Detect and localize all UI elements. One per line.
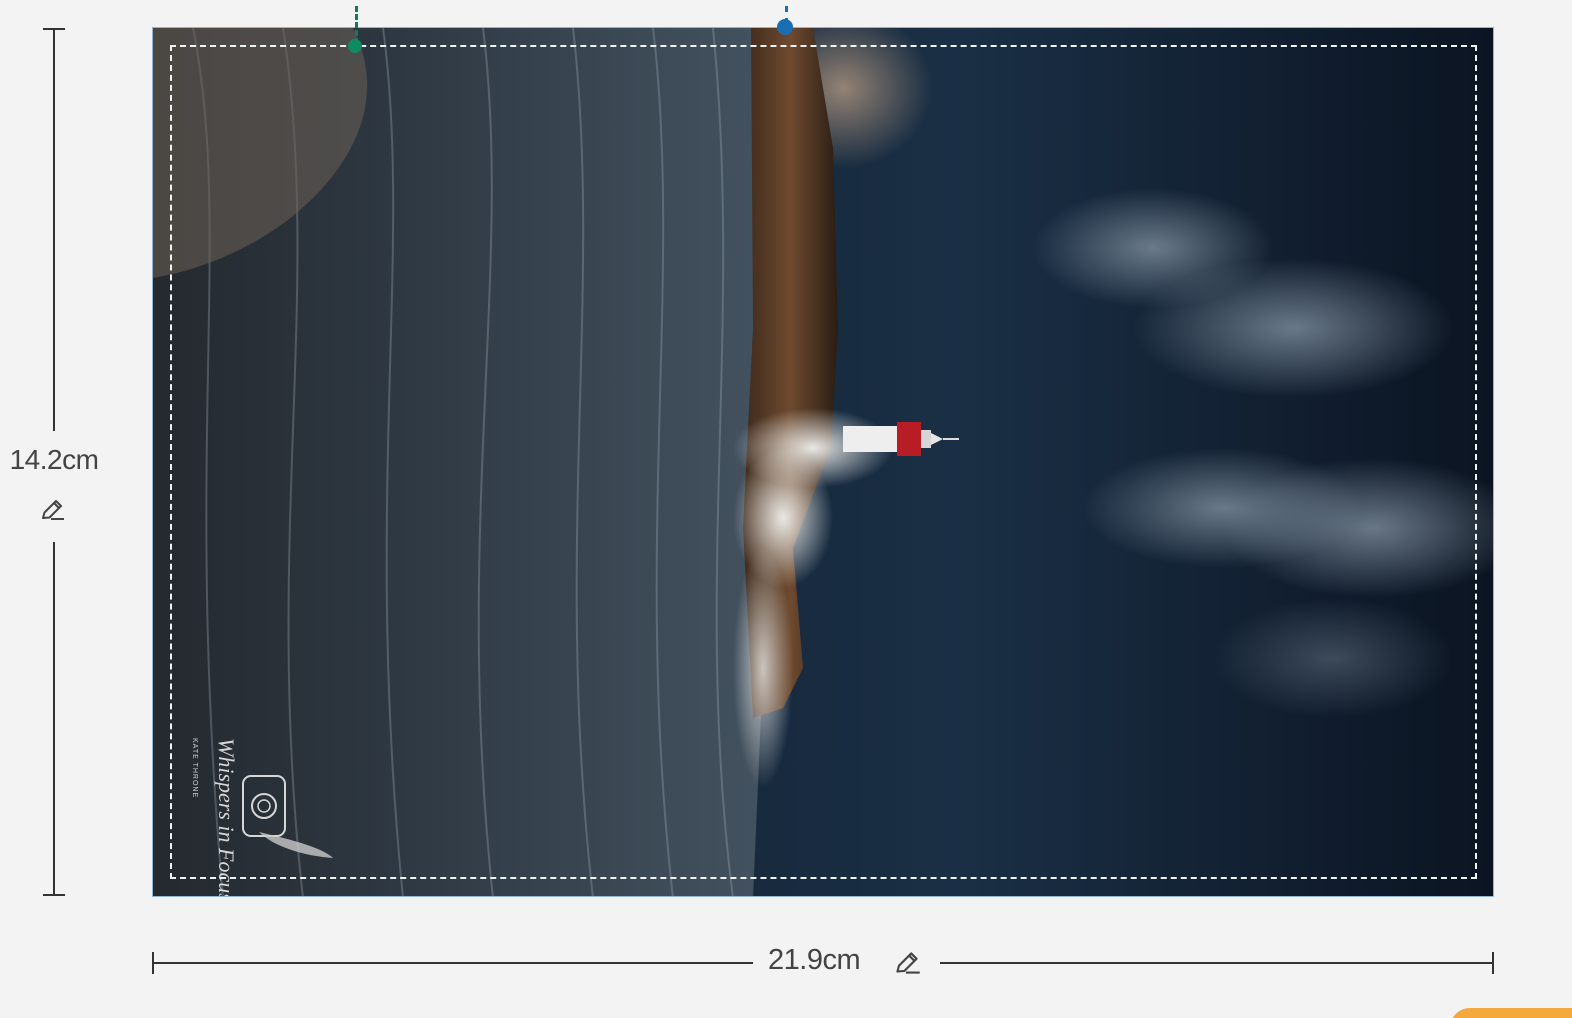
height-dimension-bottom-cap [43, 894, 65, 896]
action-button-partial[interactable] [1450, 1008, 1572, 1018]
artwork-canvas[interactable]: Whispers in Focus KATE THRONE [152, 27, 1494, 897]
pencil-icon [42, 500, 64, 520]
height-dimension-line-bottom [53, 542, 55, 895]
width-dimension-line-right [940, 962, 1493, 964]
pencil-icon [896, 952, 920, 974]
print-size-editor: 14.2cm Whispers in Focus KATE THRONE 21.… [0, 0, 1572, 1018]
svg-text:Whispers in Focus: Whispers in Focus [214, 738, 239, 897]
artwork-image: Whispers in Focus KATE THRONE [153, 28, 1493, 897]
height-edit-button[interactable] [36, 494, 68, 526]
svg-text:KATE THRONE: KATE THRONE [191, 738, 198, 798]
width-edit-button[interactable] [890, 946, 924, 980]
width-label: 21.9cm [768, 944, 861, 976]
height-dimension-line-top [53, 29, 55, 431]
height-label: 14.2cm [9, 444, 99, 475]
width-dimension-right-cap [1492, 952, 1494, 974]
width-dimension-line-left [153, 962, 753, 964]
center-guide-handle[interactable] [777, 19, 793, 35]
bleed-guide-handle[interactable] [348, 39, 362, 53]
